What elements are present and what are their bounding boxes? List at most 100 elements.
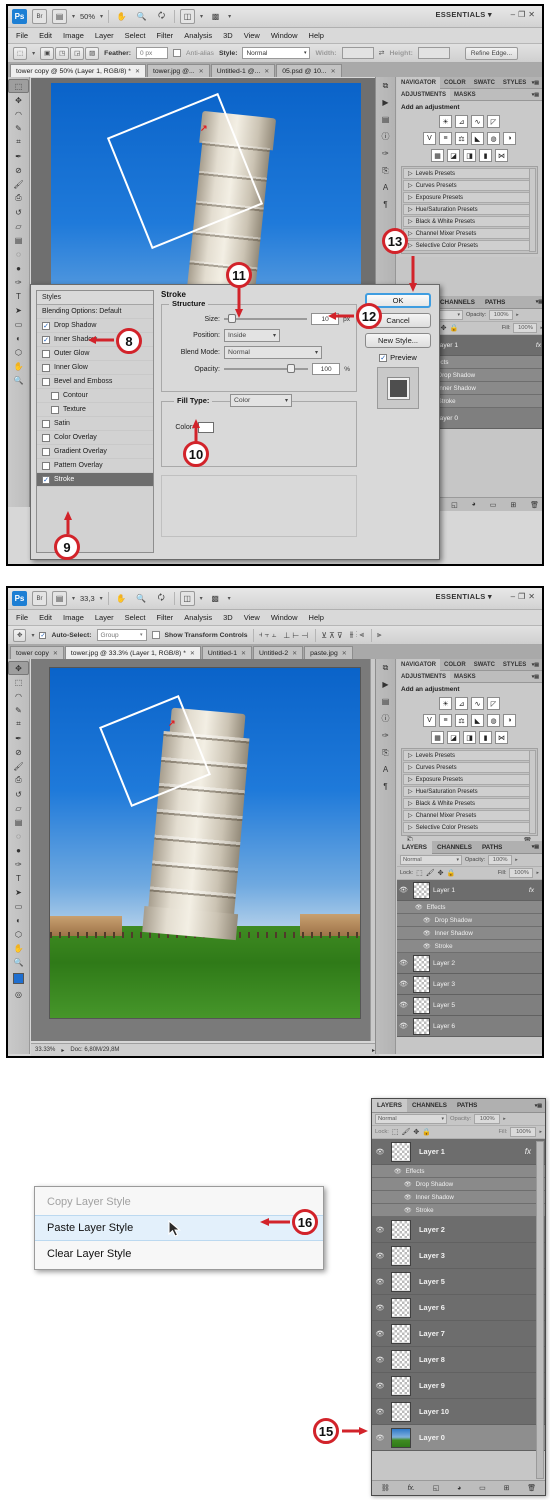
rotate-view-icon[interactable]: 🗘: [154, 591, 169, 606]
black-white-icon[interactable]: ◣: [471, 714, 484, 727]
table-row[interactable]: 👁 Layer 1 fx: [372, 1139, 545, 1165]
document-tab[interactable]: tower.jpg @ 33.3% (Layer 1, RGB/8) * ✕: [64, 646, 201, 659]
preset-row[interactable]: ▷ Exposure Presets: [403, 774, 536, 785]
tool-dodge-icon[interactable]: ●: [8, 843, 29, 857]
layer-thumbnail[interactable]: [413, 996, 430, 1014]
close-tab-icon[interactable]: ✕: [135, 68, 140, 75]
table-row[interactable]: 👁 Layer 1 fx: [397, 880, 542, 901]
panel-tab-navigator[interactable]: NAVIGATOR: [397, 76, 441, 89]
photo-filter-icon[interactable]: ◍: [487, 132, 500, 145]
preset-row[interactable]: ▷ Channel Mixer Presets: [403, 810, 536, 821]
visibility-eye-icon[interactable]: 👁: [404, 1181, 412, 1188]
style-item-gradient-overlay[interactable]: Gradient Overlay: [37, 445, 153, 459]
close-tab-icon[interactable]: ✕: [241, 650, 246, 657]
tool-healing-icon[interactable]: ⊘: [8, 745, 29, 759]
arrange-documents-icon[interactable]: ▤: [52, 9, 67, 24]
vibrance-icon[interactable]: V: [423, 714, 436, 727]
layer-thumbnail[interactable]: [391, 1297, 411, 1318]
window-controls[interactable]: –❐✕: [511, 592, 538, 601]
tool-gradient-icon[interactable]: ▤: [8, 233, 29, 247]
threshold-icon[interactable]: ▮: [479, 731, 492, 744]
visibility-eye-icon[interactable]: 👁: [372, 1304, 388, 1312]
black-white-icon[interactable]: ◣: [471, 132, 484, 145]
menu-view[interactable]: View: [244, 31, 260, 40]
visibility-eye-icon[interactable]: 👁: [404, 1207, 412, 1214]
style-select[interactable]: Normal ▾: [242, 47, 311, 59]
table-row[interactable]: 👁 Layer 0: [372, 1425, 545, 1451]
layer-thumbnail[interactable]: [391, 1375, 411, 1396]
workspace-switcher[interactable]: ESSENTIALS ▾: [435, 592, 492, 601]
table-row[interactable]: 👁 Layer 2: [372, 1217, 545, 1243]
menu-help[interactable]: Help: [309, 31, 324, 40]
tool-quickselect-icon[interactable]: ✎: [8, 703, 29, 717]
panel-tab-adjustments[interactable]: ADJUSTMENTS: [397, 88, 451, 101]
photo-filter-icon[interactable]: ◍: [487, 714, 500, 727]
curves-icon[interactable]: ∿: [471, 115, 484, 128]
window-controls[interactable]: –❐✕: [511, 10, 538, 19]
table-row[interactable]: 👁 Layer 7: [372, 1321, 545, 1347]
style-item-texture[interactable]: Texture: [37, 403, 153, 417]
tool-3d-camera-icon[interactable]: ⬡: [8, 345, 29, 359]
menu-edit[interactable]: Edit: [39, 31, 52, 40]
effect-row[interactable]: 👁Effects: [372, 1165, 545, 1178]
table-row[interactable]: 👁 Layer 8: [372, 1347, 545, 1373]
panel-tab-color[interactable]: COLOR: [440, 77, 470, 89]
tool-pen-icon[interactable]: ✑: [8, 275, 29, 289]
tool-eraser-icon[interactable]: ▱: [8, 801, 29, 815]
color-lookup-icon[interactable]: ▦: [431, 149, 444, 162]
table-row[interactable]: 👁 Layer 5: [372, 1269, 545, 1295]
height-input[interactable]: [417, 47, 450, 59]
preset-row[interactable]: ▷ Black & White Presets: [403, 216, 536, 227]
menu-window[interactable]: Window: [271, 613, 298, 622]
close-icon[interactable]: ✕: [528, 10, 538, 19]
link-icon[interactable]: ⛓: [381, 1484, 390, 1492]
close-tab-icon[interactable]: ✕: [53, 650, 58, 657]
tool-move-icon[interactable]: ✥: [8, 93, 29, 107]
tool-eyedropper-icon[interactable]: ✒: [8, 149, 29, 163]
disclosure-triangle-icon[interactable]: ▷: [408, 170, 413, 177]
preset-row[interactable]: ▷ Hue/Saturation Presets: [403, 204, 536, 215]
effect-row[interactable]: 👁Inner Shadow: [397, 927, 542, 940]
tool-move-icon[interactable]: ✥: [8, 661, 29, 675]
exposure-icon[interactable]: ◸: [487, 697, 500, 710]
disclosure-triangle-icon[interactable]: ▷: [408, 812, 413, 819]
panel-tab-paths[interactable]: PATHS: [452, 1099, 482, 1112]
preview-checkbox[interactable]: ✓: [379, 353, 388, 362]
tool-zoom-icon[interactable]: 🔍: [8, 373, 29, 387]
lock-image-icon[interactable]: 🖌: [401, 1128, 410, 1136]
tool-crop-icon[interactable]: ⌗: [8, 717, 29, 731]
preset-row[interactable]: ▷ Selective Color Presets: [403, 822, 536, 833]
bridge-icon[interactable]: Br: [32, 9, 47, 24]
menu-item-clear-layer-style[interactable]: Clear Layer Style: [35, 1241, 323, 1267]
rectangular-marquee-icon[interactable]: ⬚: [13, 46, 28, 60]
menu-layer[interactable]: Layer: [95, 613, 114, 622]
actions-icon[interactable]: ▶: [376, 94, 395, 111]
zoom-level[interactable]: 50%: [80, 12, 95, 21]
tool-gradient-icon[interactable]: ▤: [8, 815, 29, 829]
paths-icon[interactable]: ✑: [376, 727, 395, 744]
visibility-eye-icon[interactable]: 👁: [372, 1330, 388, 1338]
preset-row[interactable]: ▷ Curves Presets: [403, 762, 536, 773]
character-icon[interactable]: A: [376, 179, 395, 196]
menu-analysis[interactable]: Analysis: [184, 613, 212, 622]
presets-scrollbar[interactable]: [529, 750, 536, 834]
tool-shape-icon[interactable]: ▭: [8, 899, 29, 913]
maximize-icon[interactable]: ❐: [518, 10, 528, 19]
disclosure-triangle-icon[interactable]: ▷: [408, 800, 413, 807]
blend-mode-select[interactable]: Normal▾: [375, 1114, 447, 1124]
panel-menu-icon[interactable]: ▾▤: [532, 662, 542, 668]
visibility-eye-icon[interactable]: 👁: [397, 959, 410, 967]
layer-thumbnail[interactable]: [391, 1349, 411, 1370]
effect-row[interactable]: 👁Drop Shadow: [372, 1178, 545, 1191]
style-checkbox[interactable]: [42, 363, 50, 372]
effect-row[interactable]: 👁Effects: [397, 901, 542, 914]
effect-row[interactable]: 👁Inner Shadow: [372, 1191, 545, 1204]
style-checkbox[interactable]: [42, 447, 50, 456]
color-balance-icon[interactable]: ⚖: [455, 714, 468, 727]
close-tab-icon[interactable]: ✕: [264, 68, 269, 75]
table-row[interactable]: 👁 Layer 10: [372, 1399, 545, 1425]
tool-hand-icon[interactable]: ✋: [8, 941, 29, 955]
menu-file[interactable]: File: [16, 31, 28, 40]
mini-bridge-icon[interactable]: ▤: [376, 111, 395, 128]
opacity-slider[interactable]: [224, 364, 309, 373]
